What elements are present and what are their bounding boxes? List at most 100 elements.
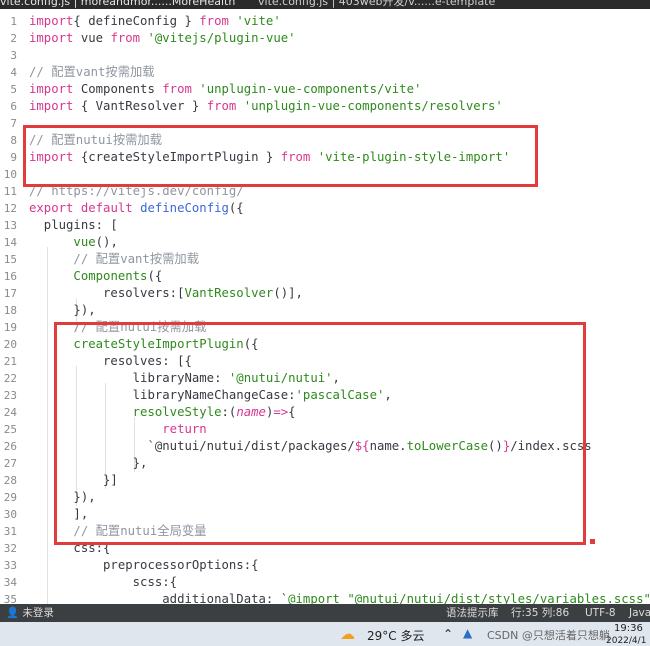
code-token: plugins: [ bbox=[29, 218, 118, 232]
cursor-position: 行:35 列:86 bbox=[511, 607, 570, 619]
code-token: vue bbox=[73, 235, 96, 249]
code-line[interactable]: 14 vue(), bbox=[0, 234, 650, 251]
clock-date[interactable]: 2022/4/1 bbox=[606, 636, 646, 646]
code-token: { defineConfig } bbox=[73, 14, 200, 28]
line-number: 35 bbox=[3, 593, 17, 604]
code-token: // 配置vant按需加载 bbox=[29, 252, 200, 266]
code-text: Components({ bbox=[29, 268, 162, 285]
code-token: scss:{ bbox=[29, 575, 178, 589]
code-text: import{ defineConfig } from 'vite' bbox=[29, 13, 281, 30]
line-number: 27 bbox=[3, 457, 17, 470]
line-number: 17 bbox=[3, 287, 17, 300]
code-line[interactable]: 34 scss:{ bbox=[0, 574, 650, 591]
code-text: import Components from 'unplugin-vue-com… bbox=[29, 81, 421, 98]
code-text: resolvers:[VantResolver()], bbox=[29, 285, 303, 302]
line-number: 11 bbox=[3, 185, 17, 198]
csdn-watermark: CSDN @只想活着只想躺 bbox=[487, 629, 610, 642]
code-token: import bbox=[29, 82, 74, 96]
code-text: plugins: [ bbox=[29, 217, 118, 234]
line-number: 14 bbox=[3, 236, 17, 249]
code-line[interactable]: 15 // 配置vant按需加载 bbox=[0, 251, 650, 268]
code-token: ()], bbox=[273, 286, 303, 300]
code-token: import bbox=[29, 31, 74, 45]
code-token: from bbox=[162, 82, 192, 96]
weather-text[interactable]: 29°C 多云 bbox=[367, 627, 424, 644]
line-number: 15 bbox=[3, 253, 17, 266]
line-number: 10 bbox=[3, 168, 17, 181]
line-number: 4 bbox=[10, 66, 17, 79]
code-token: defineConfig bbox=[140, 201, 229, 215]
tab-bar: vite.config.js | moreandmor......MoreHea… bbox=[0, 0, 650, 9]
code-token: // 配置vant按需加载 bbox=[29, 65, 155, 79]
code-text: export default defineConfig({ bbox=[29, 200, 244, 217]
code-line[interactable]: 3 bbox=[0, 47, 650, 64]
line-number: 18 bbox=[3, 304, 17, 317]
code-text: // 配置vant按需加载 bbox=[29, 251, 199, 268]
encoding[interactable]: UTF-8 bbox=[585, 604, 616, 622]
line-number: 34 bbox=[3, 576, 17, 589]
chevron-up-icon[interactable]: ⌃ bbox=[443, 627, 453, 641]
line-number: 32 bbox=[3, 542, 17, 555]
line-number: 20 bbox=[3, 338, 17, 351]
tab-vite-config-template[interactable]: vite.config.js | 403web开发/v......e-templ… bbox=[258, 0, 495, 9]
code-token: preprocessorOptions:{ bbox=[29, 558, 259, 572]
line-number: 25 bbox=[3, 423, 17, 436]
line-number: 21 bbox=[3, 355, 17, 368]
code-line[interactable]: 4 // 配置vant按需加载 bbox=[0, 64, 650, 81]
highlight-box-import bbox=[23, 125, 538, 187]
line-number: 24 bbox=[3, 406, 17, 419]
code-text: import vue from '@vitejs/plugin-vue' bbox=[29, 30, 296, 47]
tab-vite-config-morehealth[interactable]: vite.config.js | moreandmor......MoreHea… bbox=[0, 0, 235, 9]
code-text: additionalData: `@import "@nutui/nutui/d… bbox=[29, 591, 650, 604]
line-number: 8 bbox=[10, 134, 17, 147]
code-line[interactable]: 1 import{ defineConfig } from 'vite' bbox=[0, 13, 650, 30]
login-status-label: 未登录 bbox=[22, 607, 54, 619]
code-line[interactable]: 18 }), bbox=[0, 302, 650, 319]
code-token: }), bbox=[29, 303, 96, 317]
code-token: { VantResolver } bbox=[73, 99, 207, 113]
code-token: vue bbox=[73, 31, 111, 45]
code-line[interactable]: 16 Components({ bbox=[0, 268, 650, 285]
status-bar: 👤 未登录 语法提示库 行:35 列:86 UTF-8 Java bbox=[0, 604, 650, 622]
syntax-hint-library[interactable]: 语法提示库 bbox=[446, 604, 499, 622]
code-token: 'unplugin-vue-components/vite' bbox=[199, 82, 422, 96]
code-line[interactable]: 17 resolvers:[VantResolver()], bbox=[0, 285, 650, 302]
code-token: from bbox=[110, 31, 141, 45]
code-token: import bbox=[29, 99, 74, 113]
code-line[interactable]: 5 import Components from 'unplugin-vue-co… bbox=[0, 81, 650, 98]
code-token: export bbox=[29, 201, 74, 215]
line-number: 19 bbox=[3, 321, 17, 334]
code-token: ({ bbox=[147, 269, 163, 283]
code-token: VantResolver bbox=[184, 286, 274, 300]
line-number: 30 bbox=[3, 508, 17, 521]
code-text: scss:{ bbox=[29, 574, 177, 591]
code-token: additionalData: ` bbox=[29, 592, 289, 604]
code-line[interactable]: 35 additionalData: `@import "@nutui/nutu… bbox=[0, 591, 650, 604]
code-line[interactable]: 2 import vue from '@vitejs/plugin-vue' bbox=[0, 30, 650, 47]
network-icon[interactable]: ▲ bbox=[463, 626, 472, 640]
code-text: preprocessorOptions:{ bbox=[29, 557, 259, 574]
code-text: import { VantResolver } from 'unplugin-v… bbox=[29, 98, 503, 115]
code-token: resolvers:[ bbox=[29, 286, 185, 300]
line-number: 7 bbox=[10, 117, 17, 130]
code-line[interactable]: 12 export default defineConfig({ bbox=[0, 200, 650, 217]
clock-time[interactable]: 19:36 bbox=[614, 623, 643, 634]
line-number: 33 bbox=[3, 559, 17, 572]
language-mode[interactable]: Java bbox=[629, 604, 650, 622]
line-number: 5 bbox=[10, 83, 17, 96]
code-token: '@vitejs/plugin-vue' bbox=[147, 31, 296, 45]
code-text: }), bbox=[29, 302, 96, 319]
code-line[interactable]: 33 preprocessorOptions:{ bbox=[0, 557, 650, 574]
code-token: 'unplugin-vue-components/resolvers' bbox=[243, 99, 503, 113]
taskbar: ☁ 29°C 多云 ⌃ ▲ CSDN @只想活着只想躺 19:36 2022/4… bbox=[0, 622, 650, 646]
code-line[interactable]: 6 import { VantResolver } from 'unplugin-… bbox=[0, 98, 650, 115]
login-status[interactable]: 👤 未登录 bbox=[6, 604, 54, 622]
code-line[interactable]: 13 plugins: [ bbox=[0, 217, 650, 234]
code-token: Components bbox=[73, 82, 163, 96]
code-token: from bbox=[199, 14, 229, 28]
line-number: 29 bbox=[3, 491, 17, 504]
line-number: 31 bbox=[3, 525, 17, 538]
